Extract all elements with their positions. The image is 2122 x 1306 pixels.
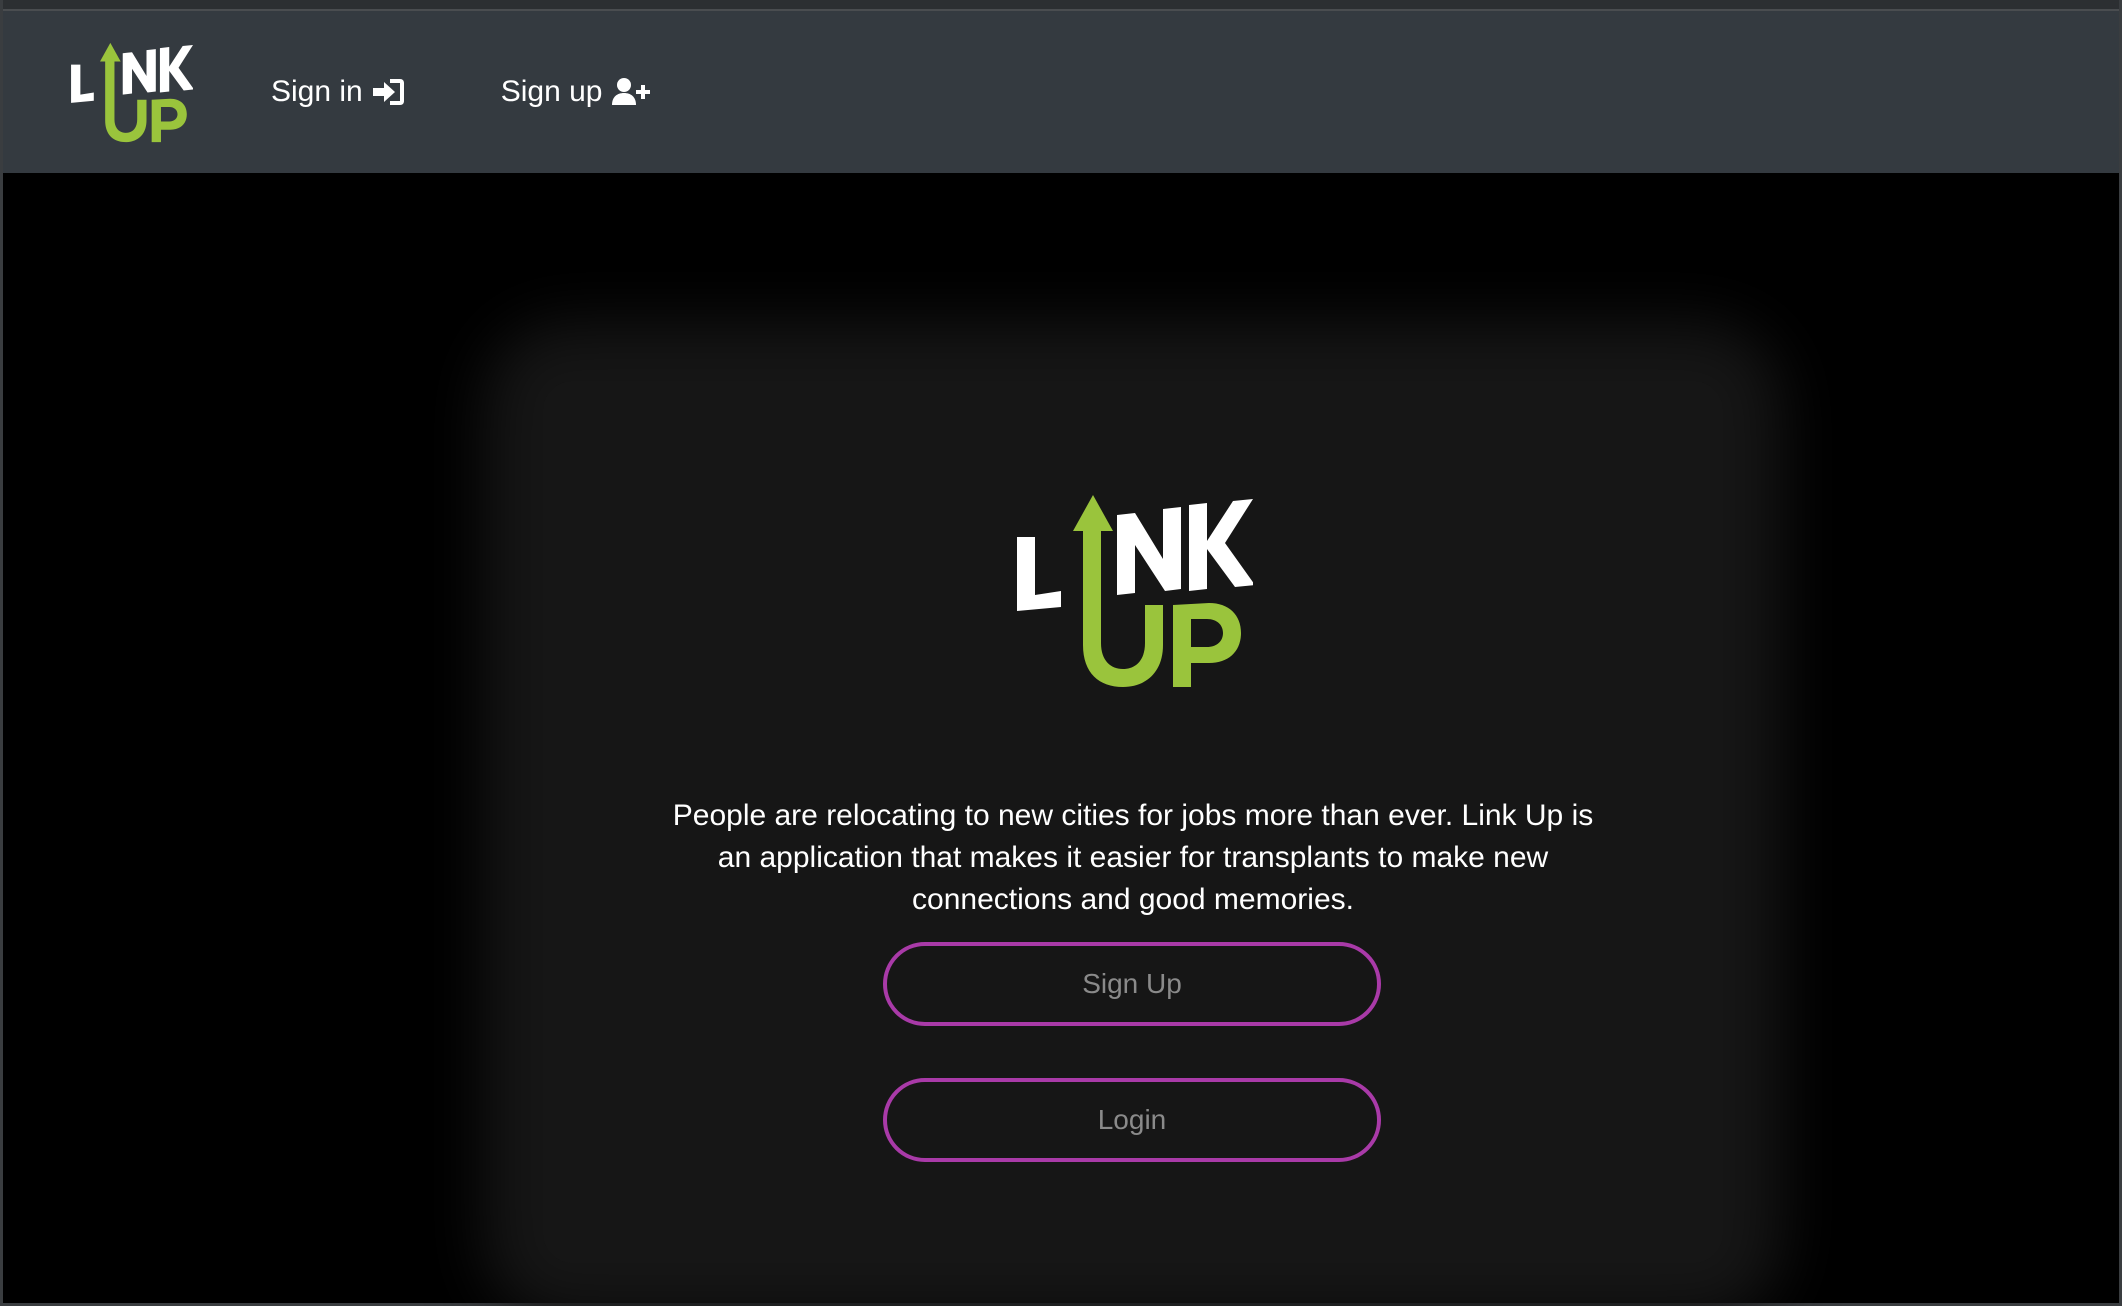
- main-stage: People are relocating to new cities for …: [3, 173, 2119, 1303]
- navbar: Sign in Sign up: [3, 11, 2119, 173]
- logo-mark: [71, 42, 193, 143]
- app-description: People are relocating to new cities for …: [672, 799, 1594, 916]
- hero-logo: [1017, 495, 1253, 687]
- nav-sign-up-label: Sign up: [500, 75, 603, 108]
- nav-sign-in-link[interactable]: Sign in: [271, 75, 405, 109]
- hero-card: People are relocating to new cities for …: [543, 381, 1723, 1263]
- app-window: Sign in Sign up People are relocating to…: [0, 0, 2122, 1306]
- sign-in-icon: [372, 79, 404, 105]
- window-top-strip: [3, 0, 2119, 11]
- nav-sign-up-link[interactable]: Sign up: [501, 75, 651, 109]
- nav-sign-in-label: Sign in: [271, 75, 363, 108]
- login-button[interactable]: Login: [883, 1078, 1381, 1162]
- user-plus-icon: [612, 78, 651, 105]
- sign-up-button[interactable]: Sign Up: [883, 942, 1381, 1026]
- nav-logo[interactable]: [69, 40, 193, 144]
